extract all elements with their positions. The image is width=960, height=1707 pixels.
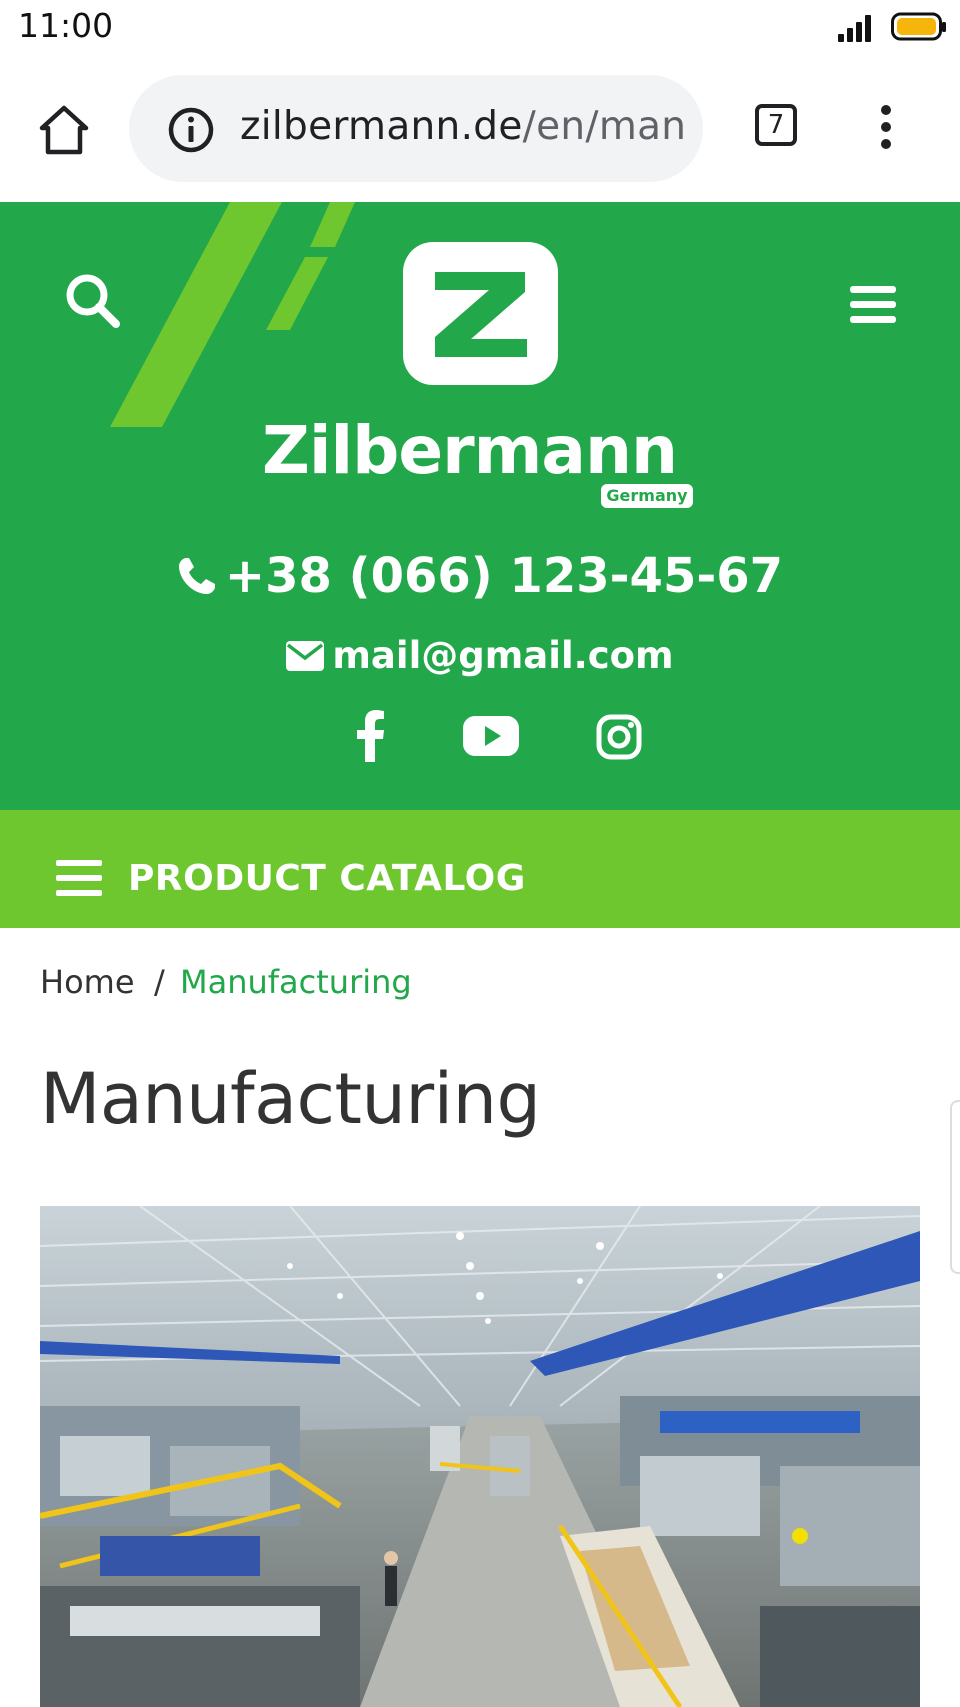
youtube-icon[interactable] bbox=[463, 716, 519, 756]
info-icon[interactable] bbox=[167, 106, 215, 154]
search-icon[interactable] bbox=[64, 272, 122, 330]
email-contact[interactable]: mail@gmail.com bbox=[0, 634, 960, 677]
email-address: mail@gmail.com bbox=[332, 634, 674, 677]
menu-icon[interactable] bbox=[850, 286, 896, 324]
facebook-icon[interactable] bbox=[357, 710, 385, 762]
product-catalog-label[interactable]: PRODUCT CATALOG bbox=[128, 858, 526, 899]
page-title: Manufacturing bbox=[40, 1058, 541, 1140]
home-icon[interactable] bbox=[38, 104, 90, 156]
envelope-icon bbox=[286, 641, 325, 671]
breadcrumb-separator: / bbox=[154, 963, 165, 1001]
breadcrumb-current[interactable]: Manufacturing bbox=[180, 963, 412, 1001]
scroll-handle[interactable] bbox=[950, 1100, 960, 1274]
brand-name[interactable]: Zilbermann bbox=[262, 412, 698, 489]
status-time: 11:00 bbox=[18, 6, 114, 45]
brand-subtitle: Germany bbox=[601, 484, 693, 508]
phone-number: +38 (066) 123-45-67 bbox=[224, 548, 784, 604]
url-host: zilbermann.de bbox=[240, 104, 523, 149]
breadcrumb-home[interactable]: Home bbox=[40, 963, 135, 1001]
tab-switcher-button[interactable]: 7 bbox=[755, 104, 797, 146]
phone-icon bbox=[178, 558, 215, 594]
instagram-icon[interactable] bbox=[596, 714, 642, 760]
battery-icon bbox=[891, 12, 946, 41]
phone-contact[interactable]: +38 (066) 123-45-67 bbox=[0, 548, 960, 604]
logo-icon[interactable] bbox=[403, 242, 558, 385]
url-path: /en/man bbox=[522, 104, 687, 149]
status-bar bbox=[0, 0, 960, 56]
more-vert-icon[interactable] bbox=[873, 103, 899, 151]
factory-hero-image bbox=[40, 1206, 920, 1707]
url-text[interactable]: zilbermann.de/en/man bbox=[240, 104, 686, 149]
catalog-menu-icon[interactable] bbox=[56, 860, 102, 896]
signal-icon bbox=[838, 15, 871, 42]
